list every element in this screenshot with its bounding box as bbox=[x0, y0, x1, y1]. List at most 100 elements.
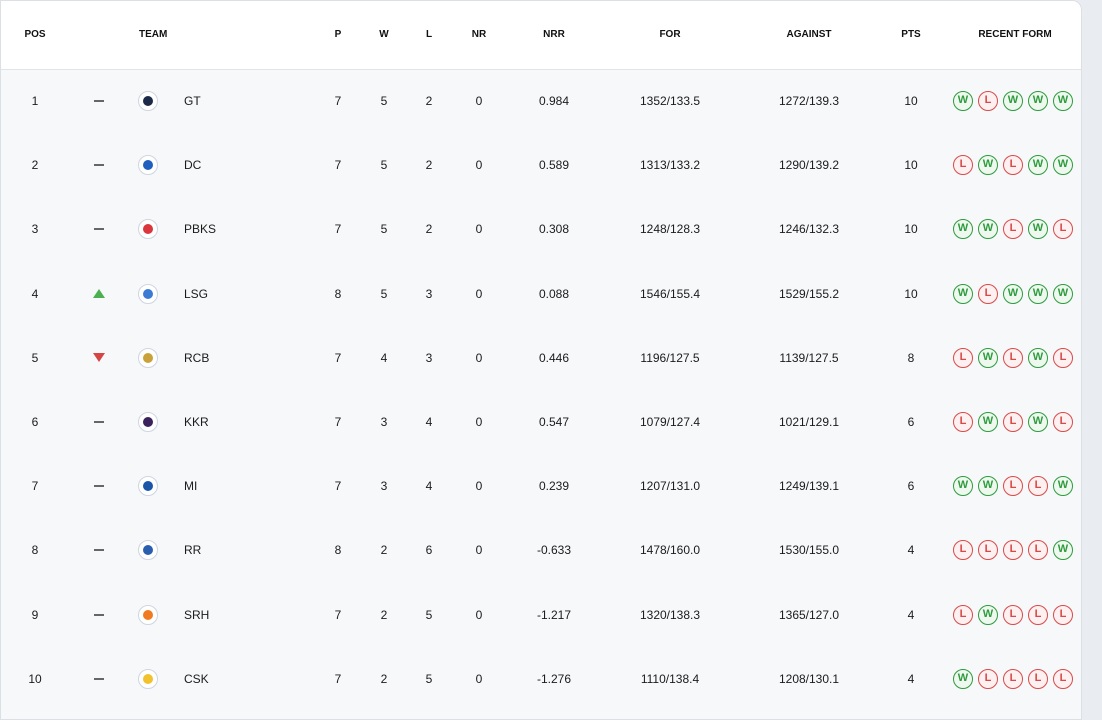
team-name[interactable]: MI bbox=[184, 454, 197, 518]
win-badge[interactable]: W bbox=[953, 91, 973, 111]
won-cell: 5 bbox=[380, 222, 388, 237]
loss-badge[interactable]: L bbox=[953, 347, 973, 368]
table-row[interactable]: 8 RR 8 2 6 0 -0.633 1478/160.0 1530/155.0 4 L L L L W bbox=[1, 518, 1081, 582]
lost-cell: 2 bbox=[425, 158, 433, 173]
header-nrr[interactable]: NRR bbox=[543, 1, 565, 69]
win-badge[interactable]: W bbox=[953, 283, 973, 304]
win-badge[interactable]: W bbox=[1028, 347, 1048, 368]
points-cell: 6 bbox=[907, 415, 915, 429]
win-badge[interactable]: W bbox=[1003, 91, 1023, 111]
table-row[interactable]: 3 PBKS 7 5 2 0 0.308 1248/128.3 1246/132.3 10 W W L W… bbox=[1, 197, 1081, 261]
team-name[interactable]: CSK bbox=[184, 647, 209, 711]
win-badge[interactable]: W bbox=[1028, 412, 1048, 432]
team-name[interactable]: RR bbox=[184, 518, 201, 582]
loss-badge[interactable]: L bbox=[1003, 540, 1023, 561]
win-badge[interactable]: W bbox=[953, 219, 973, 240]
logo-mark bbox=[143, 224, 153, 235]
win-badge[interactable]: W bbox=[1028, 219, 1048, 240]
recent-form: WWLWL bbox=[953, 219, 1073, 240]
played-cell: 7 bbox=[334, 158, 342, 173]
lost-cell: 2 bbox=[425, 94, 433, 108]
nrr-cell: 0.984 bbox=[538, 94, 570, 108]
header-no-result[interactable]: NR bbox=[472, 1, 486, 69]
no-result-cell: 0 bbox=[475, 350, 483, 365]
loss-badge[interactable]: L bbox=[1028, 540, 1048, 561]
win-badge[interactable]: W bbox=[1053, 283, 1073, 304]
win-badge[interactable]: W bbox=[1028, 283, 1048, 304]
win-badge[interactable]: W bbox=[1053, 476, 1073, 497]
table-row[interactable]: 9 SRH 7 2 5 0 -1.217 1320/138.3 1365/127.0 4 L W L L L bbox=[1, 583, 1081, 647]
header-points[interactable]: PTS bbox=[901, 1, 920, 69]
loss-badge[interactable]: L bbox=[1003, 155, 1023, 176]
won-cell: 5 bbox=[380, 158, 388, 173]
loss-badge[interactable]: L bbox=[1003, 219, 1023, 240]
loss-badge[interactable]: L bbox=[978, 91, 998, 111]
loss-badge[interactable]: L bbox=[978, 668, 998, 689]
loss-badge[interactable]: L bbox=[1053, 604, 1073, 625]
header-for[interactable]: FOR bbox=[659, 1, 680, 69]
win-badge[interactable]: W bbox=[953, 668, 973, 689]
nrr-cell: -1.217 bbox=[536, 607, 572, 622]
win-badge[interactable]: W bbox=[978, 476, 998, 497]
header-lost[interactable]: L bbox=[426, 1, 432, 69]
loss-badge[interactable]: L bbox=[1003, 476, 1023, 497]
against-cell: 1365/127.0 bbox=[778, 607, 840, 622]
loss-badge[interactable]: L bbox=[1053, 219, 1073, 240]
header-against[interactable]: AGAINST bbox=[787, 1, 832, 69]
table-row[interactable]: 7 MI 7 3 4 0 0.239 1207/131.0 1249/139.1 6 W W L L W bbox=[1, 454, 1081, 518]
win-badge[interactable]: W bbox=[978, 604, 998, 625]
header-pos[interactable]: POS bbox=[24, 1, 45, 69]
rcb-logo-icon bbox=[138, 347, 158, 368]
header-team[interactable]: TEAM bbox=[139, 1, 167, 69]
loss-badge[interactable]: L bbox=[953, 412, 973, 432]
loss-badge[interactable]: L bbox=[1028, 604, 1048, 625]
loss-badge[interactable]: L bbox=[953, 604, 973, 625]
for-cell: 1313/133.2 bbox=[639, 158, 701, 173]
table-row[interactable]: 10 CSK 7 2 5 0 -1.276 1110/138.4 1208/130.1 4 W L L L… bbox=[1, 647, 1081, 711]
loss-badge[interactable]: L bbox=[953, 155, 973, 176]
loss-badge[interactable]: L bbox=[1003, 412, 1023, 432]
loss-badge[interactable]: L bbox=[1053, 668, 1073, 689]
win-badge[interactable]: W bbox=[1053, 91, 1073, 111]
team-name[interactable]: RCB bbox=[184, 326, 209, 390]
win-badge[interactable]: W bbox=[953, 476, 973, 497]
dash-icon bbox=[94, 549, 104, 552]
win-badge[interactable]: W bbox=[978, 155, 998, 176]
header-played[interactable]: P bbox=[335, 1, 342, 69]
team-name[interactable]: GT bbox=[184, 69, 201, 133]
loss-badge[interactable]: L bbox=[1003, 347, 1023, 368]
loss-badge[interactable]: L bbox=[978, 540, 998, 561]
table-row[interactable]: 4 LSG 8 5 3 0 0.088 1546/155.4 1529/155.2 10 W L W W W bbox=[1, 262, 1081, 326]
win-badge[interactable]: W bbox=[978, 347, 998, 368]
loss-badge[interactable]: L bbox=[953, 540, 973, 561]
against-cell: 1290/139.2 bbox=[778, 158, 840, 173]
team-name[interactable]: PBKS bbox=[184, 197, 216, 261]
loss-badge[interactable]: L bbox=[1003, 604, 1023, 625]
win-badge[interactable]: W bbox=[978, 412, 998, 432]
arrow-down-icon bbox=[93, 352, 105, 362]
table-row[interactable]: 5 RCB 7 4 3 0 0.446 1196/127.5 1139/127.5 8 L W L W L bbox=[1, 326, 1081, 390]
table-row[interactable]: 1 GT 7 5 2 0 0.984 1352/133.5 1272/139.3 10 W L W W W bbox=[1, 69, 1081, 133]
loss-badge[interactable]: L bbox=[978, 283, 998, 304]
loss-badge[interactable]: L bbox=[1003, 668, 1023, 689]
header-won[interactable]: W bbox=[379, 1, 388, 69]
team-name[interactable]: SRH bbox=[184, 583, 209, 647]
loss-badge[interactable]: L bbox=[1053, 347, 1073, 368]
team-name[interactable]: KKR bbox=[184, 390, 209, 454]
loss-badge[interactable]: L bbox=[1028, 476, 1048, 497]
nrr-cell: 0.308 bbox=[538, 222, 570, 237]
win-badge[interactable]: W bbox=[1053, 155, 1073, 176]
team-name[interactable]: DC bbox=[184, 133, 201, 197]
team-name[interactable]: LSG bbox=[184, 262, 208, 326]
win-badge[interactable]: W bbox=[1028, 155, 1048, 176]
win-badge[interactable]: W bbox=[1003, 283, 1023, 304]
loss-badge[interactable]: L bbox=[1028, 668, 1048, 689]
table-row[interactable]: 2 DC 7 5 2 0 0.589 1313/133.2 1290/139.2 10 L W L W W bbox=[1, 133, 1081, 197]
table-row[interactable]: 6 KKR 7 3 4 0 0.547 1079/127.4 1021/129.1 6 L W L W L bbox=[1, 390, 1081, 454]
rr-logo-icon bbox=[138, 540, 158, 561]
header-recent-form: RECENT FORM bbox=[978, 29, 1052, 40]
loss-badge[interactable]: L bbox=[1053, 412, 1073, 432]
win-badge[interactable]: W bbox=[1053, 540, 1073, 561]
win-badge[interactable]: W bbox=[1028, 91, 1048, 111]
win-badge[interactable]: W bbox=[978, 219, 998, 240]
